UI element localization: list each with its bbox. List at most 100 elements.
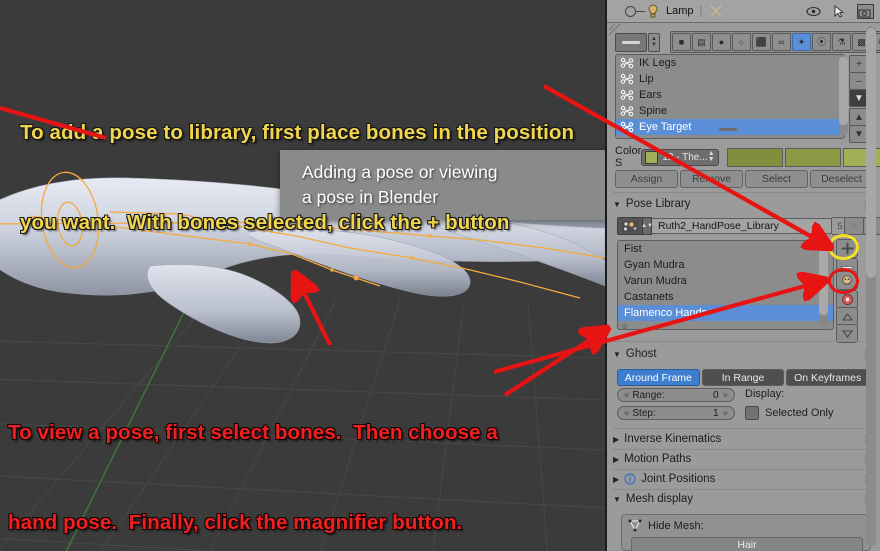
ghost-step-label: Step:	[632, 407, 656, 419]
chevron-down-icon: ▼	[613, 494, 621, 504]
add-pose-marker-row[interactable]: ⊕	[621, 322, 631, 331]
hair-button[interactable]: Hair	[631, 537, 863, 551]
pose-list-item[interactable]: Varun Mudra	[618, 273, 833, 289]
pose-list-item-label: Flamenco Hands	[624, 307, 708, 319]
selected-only-checkbox[interactable]	[745, 406, 759, 420]
ghost-selected-only-row[interactable]: Selected Only	[745, 406, 833, 420]
bone-group-item[interactable]: IK Legs	[616, 55, 844, 71]
info-icon	[624, 473, 636, 485]
bone-group-item[interactable]: Ears	[616, 87, 844, 103]
ghost-mode-tabs[interactable]: Around Frame In Range On Keyframes	[617, 369, 870, 386]
editor-type-spinner[interactable]: ▲ ▼	[648, 32, 660, 52]
eye-icon[interactable]	[805, 3, 821, 19]
bone-group-icon	[620, 89, 634, 101]
ghost-tab-around-frame[interactable]: Around Frame	[617, 369, 700, 386]
bone-groups-list[interactable]: IK Legs Lip Ears Spine Eye Target	[615, 54, 845, 139]
pose-library-datablock-row[interactable]: ▲▼ Ruth2_HandPose_Library 5	[617, 217, 849, 235]
chevron-right-icon[interactable]: ▶	[724, 391, 729, 399]
ghost-display-label: Display:	[745, 388, 785, 400]
pose-library-name-field[interactable]: Ruth2_HandPose_Library	[652, 218, 832, 234]
bone-group-item[interactable]: Lip	[616, 71, 844, 87]
color-set-row[interactable]: Color S 12 - The... ▲ ▼	[615, 145, 880, 169]
bone-tab[interactable]: ⦿	[812, 33, 831, 51]
bone-constraint-tab[interactable]: ⚗	[832, 33, 851, 51]
color-set-swatch-2[interactable]	[784, 147, 841, 167]
bone-group-item[interactable]: Spine	[616, 103, 844, 119]
motion-paths-section-header[interactable]: ▶ Motion Paths ⣿	[613, 451, 875, 467]
ghost-range-label: Range:	[632, 389, 665, 401]
bone-group-label: IK Legs	[639, 57, 677, 69]
pose-list-item[interactable]: Flamenco Hands	[618, 305, 833, 321]
chevron-right-icon[interactable]: ▶	[724, 409, 729, 417]
bone-group-icon	[620, 105, 634, 117]
pose-list-scrollbar-thumb[interactable]	[819, 243, 828, 315]
ghost-numeric-fields[interactable]: ◀ Range: 0 ▶ ◀ Step: 1 ▶	[617, 388, 735, 420]
ghost-section-header[interactable]: ▼ Ghost ⣿	[613, 346, 875, 362]
chevron-left-icon[interactable]: ◀	[623, 391, 628, 399]
assign-button[interactable]: Assign	[615, 170, 678, 188]
bone-group-item[interactable]: Eye Target	[616, 119, 844, 135]
object-tab[interactable]: ⬛	[752, 33, 771, 51]
joint-positions-title: Joint Positions	[641, 473, 716, 485]
chevron-updown-icon: ▲ ▼	[707, 150, 715, 163]
chevron-left-icon[interactable]: ◀	[623, 409, 628, 417]
ghost-range-value: 0	[713, 389, 719, 401]
link-node-icon	[625, 5, 636, 17]
cursor-icon[interactable]	[831, 3, 847, 19]
bone-groups-resize-grip[interactable]	[719, 128, 737, 131]
camera-icon[interactable]	[857, 3, 874, 19]
bone-groups-scrollbar-thumb[interactable]	[839, 57, 848, 125]
annotation-view-pose: To view a pose, first select bones. Then…	[8, 358, 498, 551]
divider-1	[613, 192, 875, 193]
bone-group-assign-row[interactable]: Assign Remove Select Deselect	[615, 170, 873, 188]
color-set-swatch-1[interactable]	[726, 147, 783, 167]
world-tab[interactable]: ○	[732, 33, 751, 51]
property-tabs[interactable]: ■▤●○⬛∞✦⦿⚗▩❈	[670, 31, 880, 53]
selected-only-label: Selected Only	[765, 407, 834, 419]
render-layers-tab[interactable]: ▤	[692, 33, 711, 51]
scene-tab[interactable]: ●	[712, 33, 731, 51]
deselect-button[interactable]: Deselect	[810, 170, 873, 188]
pose-library-browse-icon[interactable]	[617, 217, 643, 235]
chevron-right-icon: ▶	[613, 474, 620, 484]
pose-library-section-header[interactable]: ▼ Pose Library ⣿	[613, 196, 875, 212]
bone-group-label: Lip	[639, 73, 654, 85]
bone-group-label: Eye Target	[639, 121, 692, 133]
ghost-range-field[interactable]: ◀ Range: 0 ▶	[617, 388, 735, 402]
armature-data-tab[interactable]: ✦	[792, 33, 811, 51]
blender-screenshot: Adding a pose or viewing a pose in Blend…	[0, 0, 880, 551]
chevron-right-icon: ▶	[613, 434, 620, 444]
properties-tab-row[interactable]: ▲▼ ■▤●○⬛∞✦⦿⚗▩❈	[615, 31, 880, 53]
pose-list-item-label: Castanets	[624, 291, 674, 303]
mesh-display-section-header[interactable]: ▼ Mesh display ⣿	[613, 491, 875, 507]
editor-type-selector[interactable]	[615, 32, 647, 52]
inverse-kinematics-section-header[interactable]: ▶ Inverse Kinematics ⣿	[613, 431, 875, 447]
color-set-label: Color S	[615, 145, 642, 169]
select-button[interactable]: Select	[745, 170, 808, 188]
ghost-tab-on-keyframes[interactable]: On Keyframes	[786, 369, 870, 386]
render-tab[interactable]: ■	[672, 33, 691, 51]
ghost-tab-in-range[interactable]: In Range	[701, 369, 785, 386]
bone-group-icon	[620, 73, 634, 85]
new-pose-library-button[interactable]: +	[844, 217, 864, 235]
highlight-circle-add-button	[828, 234, 859, 260]
pose-list-item[interactable]: Fist	[618, 241, 833, 257]
pose-library-title: Pose Library	[625, 198, 691, 210]
remove-button[interactable]: Remove	[680, 170, 743, 188]
ghost-step-field[interactable]: ◀ Step: 1 ▶	[617, 406, 735, 420]
properties-scrollbar-thumb[interactable]	[866, 28, 876, 278]
pose-library-browse-spinner[interactable]: ▲▼	[641, 217, 653, 235]
constraints-tab[interactable]: ∞	[772, 33, 791, 51]
joint-positions-section-header[interactable]: ▶ Joint Positions ⣿	[613, 471, 875, 487]
breadcrumb-separator: |	[699, 5, 703, 17]
mesh-display-title: Mesh display	[625, 493, 694, 505]
pose-list-item-label: Gyan Mudra	[624, 259, 685, 271]
pose-list-item-label: Fist	[624, 243, 642, 255]
chevron-right-icon: ▶	[613, 454, 620, 464]
pose-markers-list[interactable]: Fist Gyan Mudra Varun Mudra Castanets Flamen…	[617, 240, 834, 330]
bone-group-label: Spine	[639, 105, 668, 117]
pose-list-item[interactable]: Castanets	[618, 289, 833, 305]
annotation-add-pose-line1: To add a pose to library, first place bo…	[20, 121, 575, 144]
pose-list-item[interactable]: Gyan Mudra	[618, 257, 833, 273]
color-set-dropdown[interactable]: 12 - The... ▲ ▼	[641, 148, 719, 166]
